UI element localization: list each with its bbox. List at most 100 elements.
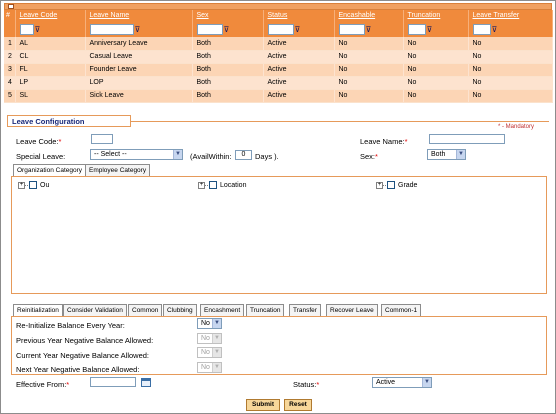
filter-icon[interactable]: ⊽ [135,25,143,34]
cell-leave-name[interactable]: LOP [85,76,193,90]
reset-button[interactable]: Reset [284,399,312,411]
leave-name-input[interactable] [429,134,505,144]
cell-sex[interactable]: Both [192,37,264,51]
tab-truncation[interactable]: Truncation [246,304,285,316]
table-row[interactable]: 2 CL Casual Leave Both Active No No No [4,50,553,64]
chevron-down-icon: ▼ [212,363,221,372]
cell-sex[interactable]: Both [192,63,264,77]
cell-leave-code[interactable]: SL [15,89,86,103]
checkbox-icon[interactable] [209,181,217,189]
cell-leave-name[interactable]: Founder Leave [85,63,193,77]
table-row[interactable]: 4 LP LOP Both Active No No No [4,76,553,90]
cell-encashable[interactable]: No [334,63,404,77]
cell-leave-transfer[interactable]: No [468,37,553,51]
column-header-leave-transfer[interactable]: Leave Transfer [468,10,553,21]
cell-sex[interactable]: Both [192,50,264,64]
tree-item-grade[interactable]: + Grade [376,181,417,189]
cell-leave-name[interactable]: Anniversary Leave [85,37,193,51]
avail-within-input[interactable]: 0 [235,150,252,160]
tab-consider-validation[interactable]: Consider Validation [63,304,127,316]
reinitialize-balance-select[interactable]: No ▼ [197,318,222,329]
next-year-negative-select[interactable]: No ▼ [197,362,222,373]
cell-leave-transfer[interactable]: No [468,89,553,103]
expand-plus-icon[interactable]: + [18,181,25,189]
cell-status[interactable]: Active [263,37,335,51]
tab-recover-leave[interactable]: Recover Leave [326,304,378,316]
cell-leave-transfer[interactable]: No [468,63,553,77]
table-row[interactable]: 1 AL Anniversary Leave Both Active No No… [4,37,553,51]
cell-truncation[interactable]: No [403,37,469,51]
previous-year-negative-select[interactable]: No ▼ [197,333,222,344]
tab-common-1[interactable]: Common-1 [381,304,422,316]
cell-truncation[interactable]: No [403,89,469,103]
row-index: 4 [4,76,16,90]
tab-common[interactable]: Common [128,304,163,316]
filter-icon[interactable]: ⊽ [224,25,232,34]
filter-input-truncation[interactable] [407,23,426,35]
cell-leave-code[interactable]: AL [15,37,86,51]
cell-sex[interactable]: Both [192,76,264,90]
filter-icon[interactable]: ⊽ [427,25,435,34]
checkbox-icon[interactable] [29,181,37,189]
sex-select[interactable]: Both ▼ [427,149,466,160]
column-header-status[interactable]: Status [263,10,335,21]
table-row[interactable]: 3 FL Founder Leave Both Active No No No [4,63,553,77]
cell-leave-transfer[interactable]: No [468,50,553,64]
cell-encashable[interactable]: No [334,76,404,90]
cell-leave-transfer[interactable]: No [468,76,553,90]
submit-button[interactable]: Submit [246,399,280,411]
status-select[interactable]: Active ▼ [372,377,432,388]
column-header-truncation[interactable]: Truncation [403,10,469,21]
checkbox-icon[interactable] [387,181,395,189]
cell-leave-code[interactable]: LP [15,76,86,90]
cell-status[interactable]: Active [263,50,335,64]
column-header-sex[interactable]: Sex [192,10,264,21]
leave-name-label: Leave Name:* [360,137,408,146]
reinitialize-balance-label: Re-Initialize Balance Every Year: [16,321,125,330]
cell-leave-name[interactable]: Sick Leave [85,89,193,103]
filter-icon[interactable]: ⊽ [295,25,303,34]
filter-input-leave-transfer[interactable] [472,23,491,35]
tab-encashment[interactable]: Encashment [200,304,245,316]
tree-item-location[interactable]: + Location [198,181,246,189]
filter-input-leave-code[interactable] [19,23,34,35]
cell-leave-name[interactable]: Casual Leave [85,50,193,64]
special-leave-select[interactable]: -- Select -- ▼ [90,149,183,160]
table-row[interactable]: 5 SL Sick Leave Both Active No No No [4,89,553,103]
expand-plus-icon[interactable]: + [376,181,383,189]
effective-from-input[interactable] [90,377,136,387]
calendar-icon[interactable] [141,378,151,387]
tab-employee-category[interactable]: Employee Category [85,164,151,176]
cell-truncation[interactable]: No [403,50,469,64]
filter-input-sex[interactable] [196,23,223,35]
column-header-leave-code[interactable]: Leave Code [15,10,86,21]
leave-code-input[interactable] [91,134,113,144]
tree-item-ou[interactable]: + Ou [18,181,49,189]
cell-sex[interactable]: Both [192,89,264,103]
cell-encashable[interactable]: No [334,37,404,51]
column-header-encashable[interactable]: Encashable [334,10,404,21]
cell-leave-code[interactable]: FL [15,63,86,77]
tab-transfer[interactable]: Transfer [289,304,321,316]
cell-leave-code[interactable]: CL [15,50,86,64]
expand-plus-icon[interactable]: + [198,181,205,189]
filter-input-status[interactable] [267,23,294,35]
cell-truncation[interactable]: No [403,63,469,77]
avail-within-label: (AvailWithin: [190,152,232,161]
grid-collapse-icon[interactable] [8,4,14,9]
filter-input-encashable[interactable] [338,23,365,35]
cell-status[interactable]: Active [263,76,335,90]
tab-clubbing[interactable]: Clubbing [163,304,197,316]
filter-input-leave-name[interactable] [89,23,134,35]
current-year-negative-select[interactable]: No ▼ [197,347,222,358]
cell-truncation[interactable]: No [403,76,469,90]
column-header-leave-name[interactable]: Leave Name [85,10,193,21]
cell-status[interactable]: Active [263,89,335,103]
cell-encashable[interactable]: No [334,50,404,64]
row-index: 1 [4,37,16,51]
filter-icon[interactable]: ⊽ [35,25,43,34]
filter-icon[interactable]: ⊽ [492,25,500,34]
filter-icon[interactable]: ⊽ [366,25,374,34]
cell-status[interactable]: Active [263,63,335,77]
cell-encashable[interactable]: No [334,89,404,103]
